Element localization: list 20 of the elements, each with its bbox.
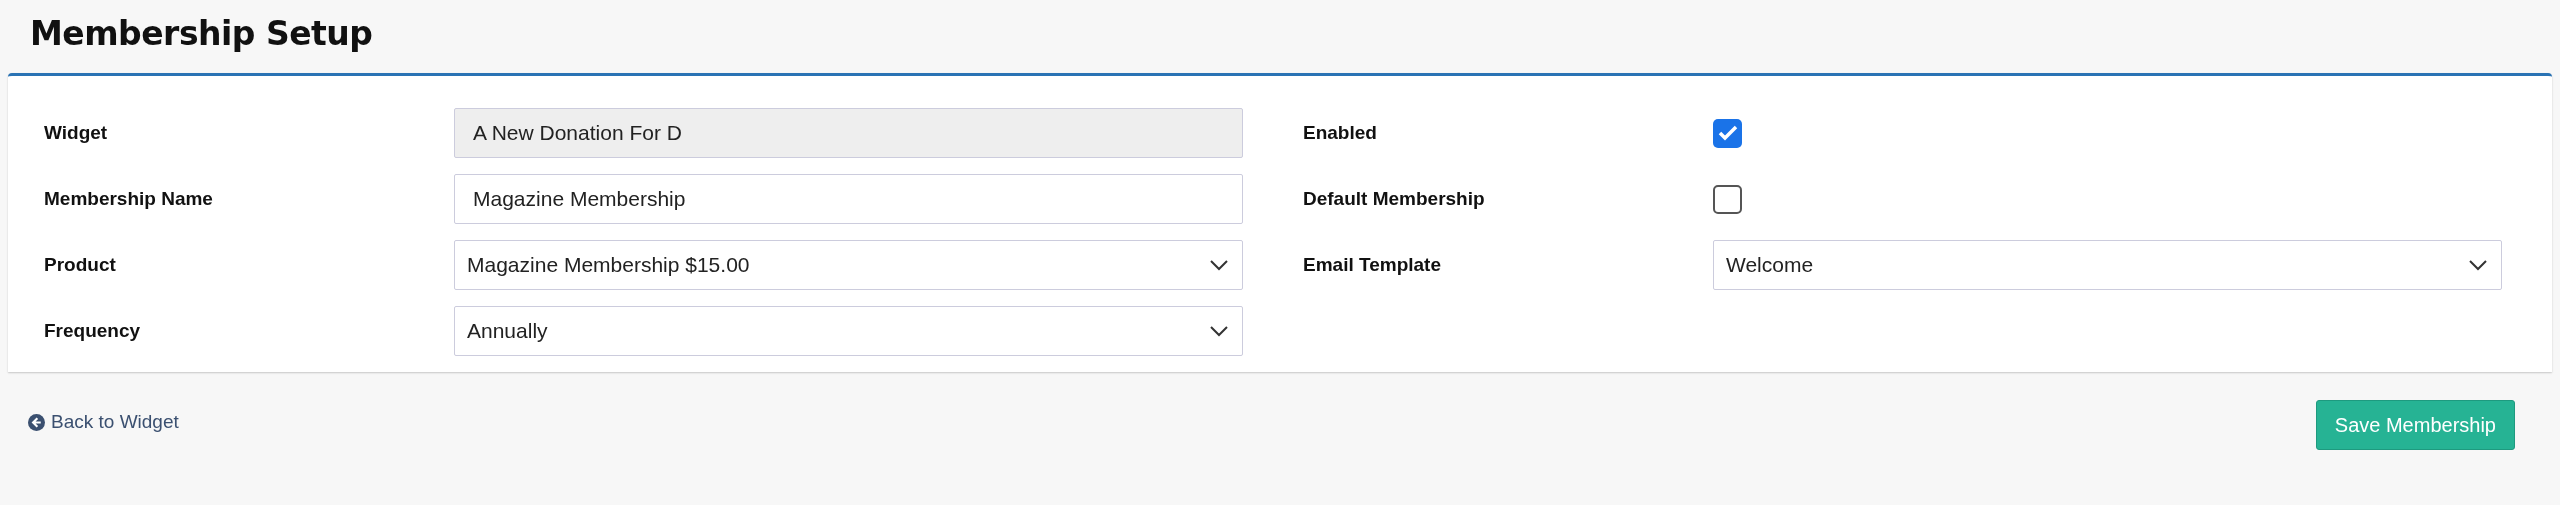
field-label: Enabled bbox=[1303, 122, 1377, 144]
page-title: Membership Setup bbox=[29, 13, 374, 55]
field-label: Email Template bbox=[1303, 254, 1441, 276]
chevron-down-icon bbox=[1210, 259, 1228, 271]
circle-arrow-left-icon bbox=[28, 413, 45, 431]
select-field[interactable]: Welcome bbox=[1713, 240, 2502, 290]
checkmark-icon bbox=[1717, 125, 1738, 141]
text-field[interactable]: Magazine Membership bbox=[454, 174, 1243, 224]
select-field[interactable]: Magazine Membership $15.00 bbox=[454, 240, 1243, 290]
field-label: Frequency bbox=[44, 320, 141, 342]
back-link[interactable]: Back to Widget bbox=[28, 411, 179, 433]
field-label: Default Membership bbox=[1303, 188, 1485, 210]
checkbox[interactable] bbox=[1713, 184, 1742, 214]
chevron-down-icon bbox=[1210, 325, 1228, 337]
field-label: Product bbox=[44, 254, 116, 276]
field-label: Widget bbox=[44, 122, 108, 144]
checkbox[interactable] bbox=[1713, 118, 1742, 148]
field-label: Membership Name bbox=[44, 188, 213, 210]
chevron-down-icon bbox=[2469, 259, 2487, 271]
select-field[interactable]: Annually bbox=[454, 306, 1243, 356]
